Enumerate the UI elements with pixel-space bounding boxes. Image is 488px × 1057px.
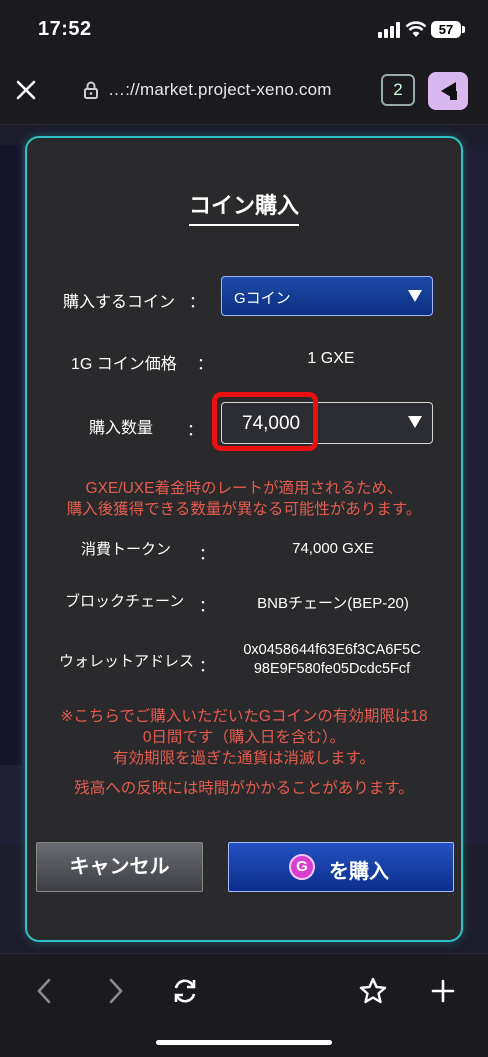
app-logo-icon <box>441 82 457 100</box>
price-value: 1 GXE <box>307 350 355 367</box>
buy-button[interactable]: G を購入 <box>228 842 454 892</box>
modal-title-text: コイン購入 <box>188 193 299 226</box>
lock-icon <box>84 81 98 99</box>
rate-warning-line2: 購入後獲得できる数量が異なる可能性があります。 <box>66 501 422 518</box>
battery-tip <box>462 26 465 33</box>
qty-colon: ： <box>187 422 204 439</box>
tab-count-button[interactable]: 2 <box>381 74 415 106</box>
chevron-down-icon <box>408 290 422 302</box>
chain-colon: ： <box>199 598 216 615</box>
quantity-highlight-box <box>212 392 318 451</box>
signal-icon <box>378 22 400 38</box>
chain-value: BNBチェーン(BEP-20) <box>257 595 409 612</box>
wallet-address: 0x0458644f63E6f3CA6F5C 98E9F580fe05Dcdc5… <box>217 641 447 679</box>
rate-warning: GXE/UXE着金時のレートが適用されるため、 購入後獲得できる数量が異なる可能… <box>27 478 461 520</box>
coin-colon: ： <box>189 294 206 311</box>
wallet-colon: ： <box>199 658 216 675</box>
expiry-line3: 有効期限を過ぎた通貨は消滅します。 <box>113 750 375 767</box>
url-text[interactable]: …://market.project-xeno.com <box>108 80 332 100</box>
browser-url-bar: …://market.project-xeno.com 2 <box>0 56 488 125</box>
expiry-line1: ※こちらでご購入いただいたGコインの有効期限は18 <box>60 708 428 725</box>
g-coin-icon: G <box>289 854 315 880</box>
wallet-line1: 0x0458644f63E6f3CA6F5C <box>243 642 421 658</box>
rate-warning-line1: GXE/UXE着金時のレートが適用されるため、 <box>85 480 403 497</box>
chain-label: ブロックチェーン <box>65 593 185 610</box>
wifi-icon <box>405 21 427 37</box>
price-colon: ： <box>197 356 214 373</box>
extension-button[interactable] <box>428 72 468 110</box>
battery-icon: 57 <box>431 21 461 38</box>
status-time: 17:52 <box>38 18 92 40</box>
bookmark-star-icon[interactable] <box>358 976 388 1006</box>
expiry-note: ※こちらでご購入いただいたGコインの有効期限は18 0日間です（購入日を含む）。… <box>27 706 461 769</box>
home-indicator <box>156 1040 332 1045</box>
back-icon[interactable] <box>30 976 60 1006</box>
close-icon[interactable] <box>14 78 38 102</box>
buy-button-label: を購入 <box>329 861 389 883</box>
coin-select[interactable]: Gコイン <box>221 276 433 316</box>
reload-icon[interactable] <box>170 976 200 1006</box>
token-label: 消費トークン <box>81 541 172 558</box>
modal-title: コイン購入 <box>27 188 461 226</box>
expiry-line2: 0日間です（購入日を含む）。 <box>142 729 346 746</box>
chevron-down-icon <box>408 416 422 428</box>
forward-icon[interactable] <box>100 976 130 1006</box>
price-label: 1G コイン価格 <box>71 356 177 373</box>
coin-select-value: Gコイン <box>234 290 291 307</box>
coin-purchase-modal: コイン購入 購入するコイン ： Gコイン 1G コイン価格 ： 1 GXE 購入… <box>25 136 463 942</box>
reflect-note: 残高への反映には時間がかかることがあります。 <box>74 780 414 797</box>
wallet-label: ウォレットアドレス <box>59 653 195 670</box>
token-value: 74,000 GXE <box>292 540 374 557</box>
background-left-strip <box>0 145 22 765</box>
new-tab-plus-icon[interactable] <box>428 976 458 1006</box>
token-colon: ： <box>199 546 216 563</box>
cancel-button[interactable]: キャンセル <box>36 842 203 892</box>
wallet-line2: 98E9F580fe05Dcdc5Fcf <box>253 661 411 677</box>
status-bar: 17:52 57 <box>0 0 488 56</box>
coin-label: 購入するコイン <box>63 294 176 311</box>
qty-label: 購入数量 <box>89 420 154 437</box>
